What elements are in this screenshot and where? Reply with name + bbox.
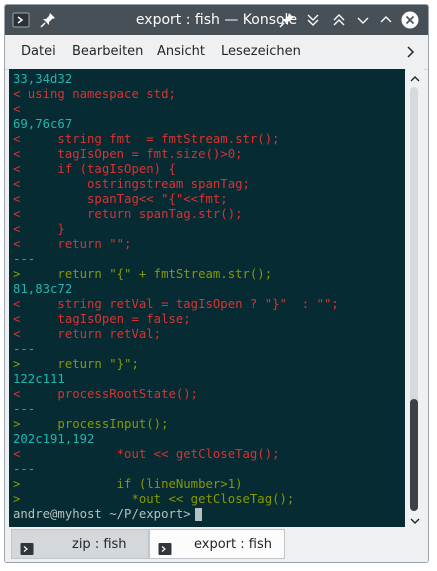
menu-ansicht[interactable]: Ansicht [157, 35, 205, 69]
terminal-line: < using namespace std; [13, 87, 176, 101]
vertical-scrollbar[interactable] [406, 69, 424, 527]
terminal-line: 69,76c67 [13, 117, 73, 131]
title-bar[interactable]: export : fish — Konsole [5, 5, 428, 35]
menu-bearbeiten[interactable]: Bearbeiten [72, 35, 143, 69]
tab-label: export : fish [194, 537, 272, 552]
terminal-line: > if (lineNumber>1) [13, 477, 243, 491]
terminal-line: --- [13, 462, 36, 476]
terminal-line: < return retVal; [13, 327, 162, 341]
maximize-icon[interactable] [377, 11, 395, 29]
pin-icon[interactable] [278, 11, 296, 29]
terminal-line: 33,34d32 [13, 72, 73, 86]
tab-label: zip : fish [72, 537, 127, 552]
terminal-line: --- [13, 252, 36, 266]
menu-lesezeichen[interactable]: Lesezeichen [221, 35, 301, 69]
terminal-line: < string retVal = tagIsOpen ? "}" : ""; [13, 297, 339, 311]
terminal-icon [20, 538, 34, 555]
terminal-line: < tagIsOpen = false; [13, 312, 191, 326]
terminal-line: < spanTag<< "{"<<fmt; [13, 192, 228, 206]
terminal-line: > processInput(); [13, 417, 169, 431]
scroll-up-icon[interactable] [408, 71, 422, 85]
terminal-line: --- [13, 342, 36, 356]
terminal-line: < *out << getCloseTag(); [13, 447, 280, 461]
close-icon[interactable] [401, 11, 419, 29]
terminal-line: < [13, 102, 21, 116]
terminal-line: > return "}"; [13, 357, 139, 371]
terminal-line: > return "{" + fmtStream.str(); [13, 267, 273, 281]
terminal-line: < } [13, 222, 65, 236]
terminal-line: < string fmt = fmtStream.str(); [13, 132, 280, 146]
chevron-right-icon[interactable] [402, 44, 418, 60]
scroll-thumb[interactable] [410, 399, 418, 511]
terminal-line: --- [13, 402, 36, 416]
scroll-down-icon[interactable] [408, 513, 422, 527]
tab-bar: zip : fish export : fish [5, 527, 428, 562]
terminal-line: < return spanTag.str(); [13, 207, 243, 221]
terminal-line: 122c111 [13, 372, 65, 386]
terminal-icon [158, 538, 172, 555]
terminal-line: < if (tagIsOpen) { [13, 162, 176, 176]
keep-above-icon[interactable] [330, 11, 348, 29]
terminal-line: 202c191,192 [13, 432, 95, 446]
menu-datei[interactable]: Datei [21, 35, 56, 69]
terminal-line: 81,83c72 [13, 282, 73, 296]
terminal-line: < processRootState(); [13, 387, 199, 401]
tab-export-fish[interactable]: export : fish [149, 529, 285, 559]
terminal-line: < return ""; [13, 237, 132, 251]
minimize-icon[interactable] [354, 11, 372, 29]
konsole-window: export : fish — Konsole Datei Bearbeiten… [4, 4, 429, 563]
terminal-output[interactable]: 33,34d32 < using namespace std; <69,76c67 <… [9, 69, 405, 527]
keep-below-icon[interactable] [304, 11, 322, 29]
terminal-prompt[interactable]: andre@myhost ~/P/export> [13, 507, 202, 522]
menu-bar: Datei Bearbeiten Ansicht Lesezeichen [5, 35, 428, 70]
terminal-line: < tagIsOpen = fmt.size()>0; [13, 147, 243, 161]
terminal-line: > *out << getCloseTag(); [13, 492, 295, 506]
prompt-text: andre@myhost ~/P/export> [13, 507, 191, 521]
terminal-line: < ostringstream spanTag; [13, 177, 250, 191]
tab-zip-fish[interactable]: zip : fish [11, 529, 149, 559]
text-cursor [194, 508, 202, 521]
